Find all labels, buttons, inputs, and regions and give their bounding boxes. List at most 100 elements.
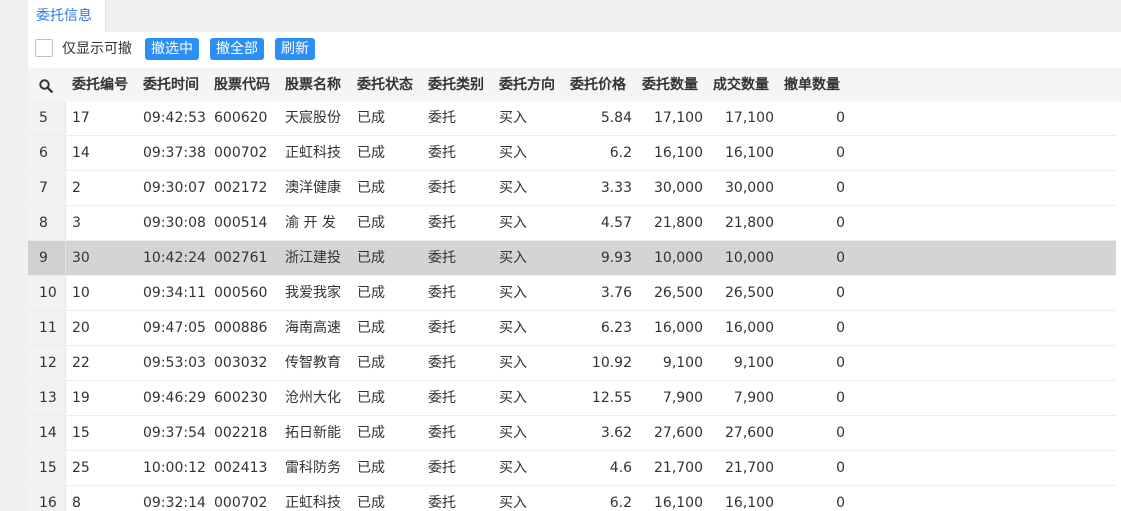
cell-category: 委托 [428,180,456,196]
header-order-time[interactable]: 委托时间 [143,68,199,102]
cell-category: 委托 [428,320,456,336]
row-index: 12 [39,355,57,371]
cell-status: 已成 [357,355,385,371]
header-status[interactable]: 委托状态 [357,68,413,102]
table-row[interactable]: 5 17 09:42:53 600620 天宸股份 已成 委托 买入 5.84 17,100 17,… [28,101,1116,136]
cell-name: 正虹科技 [285,145,341,161]
cell-id: 17 [72,110,90,126]
cell-category: 委托 [428,250,456,266]
header-category[interactable]: 委托类别 [428,68,484,102]
tab-order-info[interactable]: 委托信息 [28,0,106,32]
header-order-id[interactable]: 委托编号 [72,68,128,102]
cell-id: 20 [72,320,90,336]
cancellable-only-checkbox[interactable] [35,39,53,57]
cell-status: 已成 [357,250,385,266]
table-row[interactable]: 11 20 09:47:05 000886 海南高速 已成 委托 买入 6.23 16,000 16… [28,311,1116,346]
cell-status: 已成 [357,495,385,511]
row-index: 15 [39,460,57,476]
table-row[interactable]: 9 30 10:42:24 002761 浙江建投 已成 委托 买入 9.93 10,000 10,… [28,241,1116,276]
cell-direction: 买入 [499,320,527,336]
cell-filled: 16,100 [725,145,774,161]
table-row[interactable]: 16 8 09:32:14 000702 正虹科技 已成 委托 买入 6.2 16,100 16,1… [28,486,1116,511]
table-row[interactable]: 6 14 09:37:38 000702 正虹科技 已成 委托 买入 6.2 16,100 16,1… [28,136,1116,171]
cell-category: 委托 [428,110,456,126]
cell-code: 600230 [214,390,268,406]
cell-cancelled: 0 [836,145,845,161]
cell-direction: 买入 [499,110,527,126]
header-direction[interactable]: 委托方向 [499,68,555,102]
cell-name: 传智教育 [285,355,341,371]
row-index: 14 [39,425,57,441]
orders-table: 委托编号 委托时间 股票代码 股票名称 委托状态 委托类别 委托方向 委托价格 … [28,68,1121,511]
cell-code: 002413 [214,460,268,476]
cell-cancelled: 0 [836,285,845,301]
cell-status: 已成 [357,390,385,406]
row-index-cell: 7 [28,171,66,205]
cell-direction: 买入 [499,390,527,406]
cell-category: 委托 [428,425,456,441]
row-index: 13 [39,390,57,406]
cell-id: 25 [72,460,90,476]
cell-cancelled: 0 [836,495,845,511]
cell-direction: 买入 [499,145,527,161]
cell-filled: 9,100 [733,355,774,371]
cell-category: 委托 [428,390,456,406]
cell-time: 09:42:53 [143,110,206,126]
cancel-all-button[interactable]: 撤全部 [210,38,264,60]
cell-direction: 买入 [499,250,527,266]
table-row[interactable]: 13 19 09:46:29 600230 沧州大化 已成 委托 买入 12.55 7,900 7,… [28,381,1116,416]
table-header: 委托编号 委托时间 股票代码 股票名称 委托状态 委托类别 委托方向 委托价格 … [28,68,1121,102]
header-cancelled[interactable]: 撤单数量 [784,68,840,102]
cell-cancelled: 0 [836,355,845,371]
row-index-cell: 6 [28,136,66,170]
cell-code: 003032 [214,355,268,371]
table-row[interactable]: 7 2 09:30:07 002172 澳洋健康 已成 委托 买入 3.33 30,000 30,0… [28,171,1116,206]
cell-filled: 27,600 [725,425,774,441]
cell-code: 000514 [214,215,268,231]
cell-code: 000560 [214,285,268,301]
cell-cancelled: 0 [836,110,845,126]
cell-time: 09:30:07 [143,180,206,196]
cell-category: 委托 [428,215,456,231]
search-icon[interactable] [39,79,53,93]
row-index: 8 [39,215,48,231]
cell-status: 已成 [357,285,385,301]
cell-filled: 26,500 [725,285,774,301]
cancel-selected-button[interactable]: 撤选中 [145,38,199,60]
row-index-cell: 5 [28,101,66,135]
header-stock-name[interactable]: 股票名称 [285,68,341,102]
cell-name: 我爱我家 [285,285,341,301]
row-index: 7 [39,180,48,196]
table-row[interactable]: 14 15 09:37:54 002218 拓日新能 已成 委托 买入 3.62 27,600 27… [28,416,1116,451]
cell-id: 8 [72,495,81,511]
row-index-cell: 14 [28,416,66,450]
cell-id: 19 [72,390,90,406]
cell-name: 天宸股份 [285,110,341,126]
cell-cancelled: 0 [836,180,845,196]
table-row[interactable]: 8 3 09:30:08 000514 渝 开 发已成 委托 买入 4.57 21,800 21,… [28,206,1116,241]
header-quantity[interactable]: 委托数量 [642,68,698,102]
refresh-button[interactable]: 刷新 [275,38,315,60]
table-row[interactable]: 15 25 10:00:12 002413 雷科防务 已成 委托 买入 4.6 21,700 21,… [28,451,1116,486]
table-row[interactable]: 12 22 09:53:03 003032 传智教育 已成 委托 买入 10.92 9,100 9,… [28,346,1116,381]
cell-filled: 16,000 [725,320,774,336]
header-filled[interactable]: 成交数量 [713,68,769,102]
cell-status: 已成 [357,215,385,231]
row-index-cell: 16 [28,486,66,511]
cell-direction: 买入 [499,285,527,301]
cell-status: 已成 [357,180,385,196]
cell-time: 09:32:14 [143,495,206,511]
row-index-cell: 9 [28,241,66,275]
cell-cancelled: 0 [836,460,845,476]
header-price[interactable]: 委托价格 [570,68,626,102]
cell-code: 600620 [214,110,268,126]
cell-time: 09:37:54 [143,425,206,441]
table-row[interactable]: 10 10 09:34:11 000560 我爱我家 已成 委托 买入 3.76 26,500 26… [28,276,1116,311]
cell-id: 2 [72,180,81,196]
cell-filled: 16,100 [725,495,774,511]
row-index: 9 [39,250,48,266]
cell-name: 正虹科技 [285,495,341,511]
vertical-scrollbar[interactable] [1116,102,1121,511]
header-stock-code[interactable]: 股票代码 [214,68,270,102]
cell-name: 澳洋健康 [285,180,341,196]
